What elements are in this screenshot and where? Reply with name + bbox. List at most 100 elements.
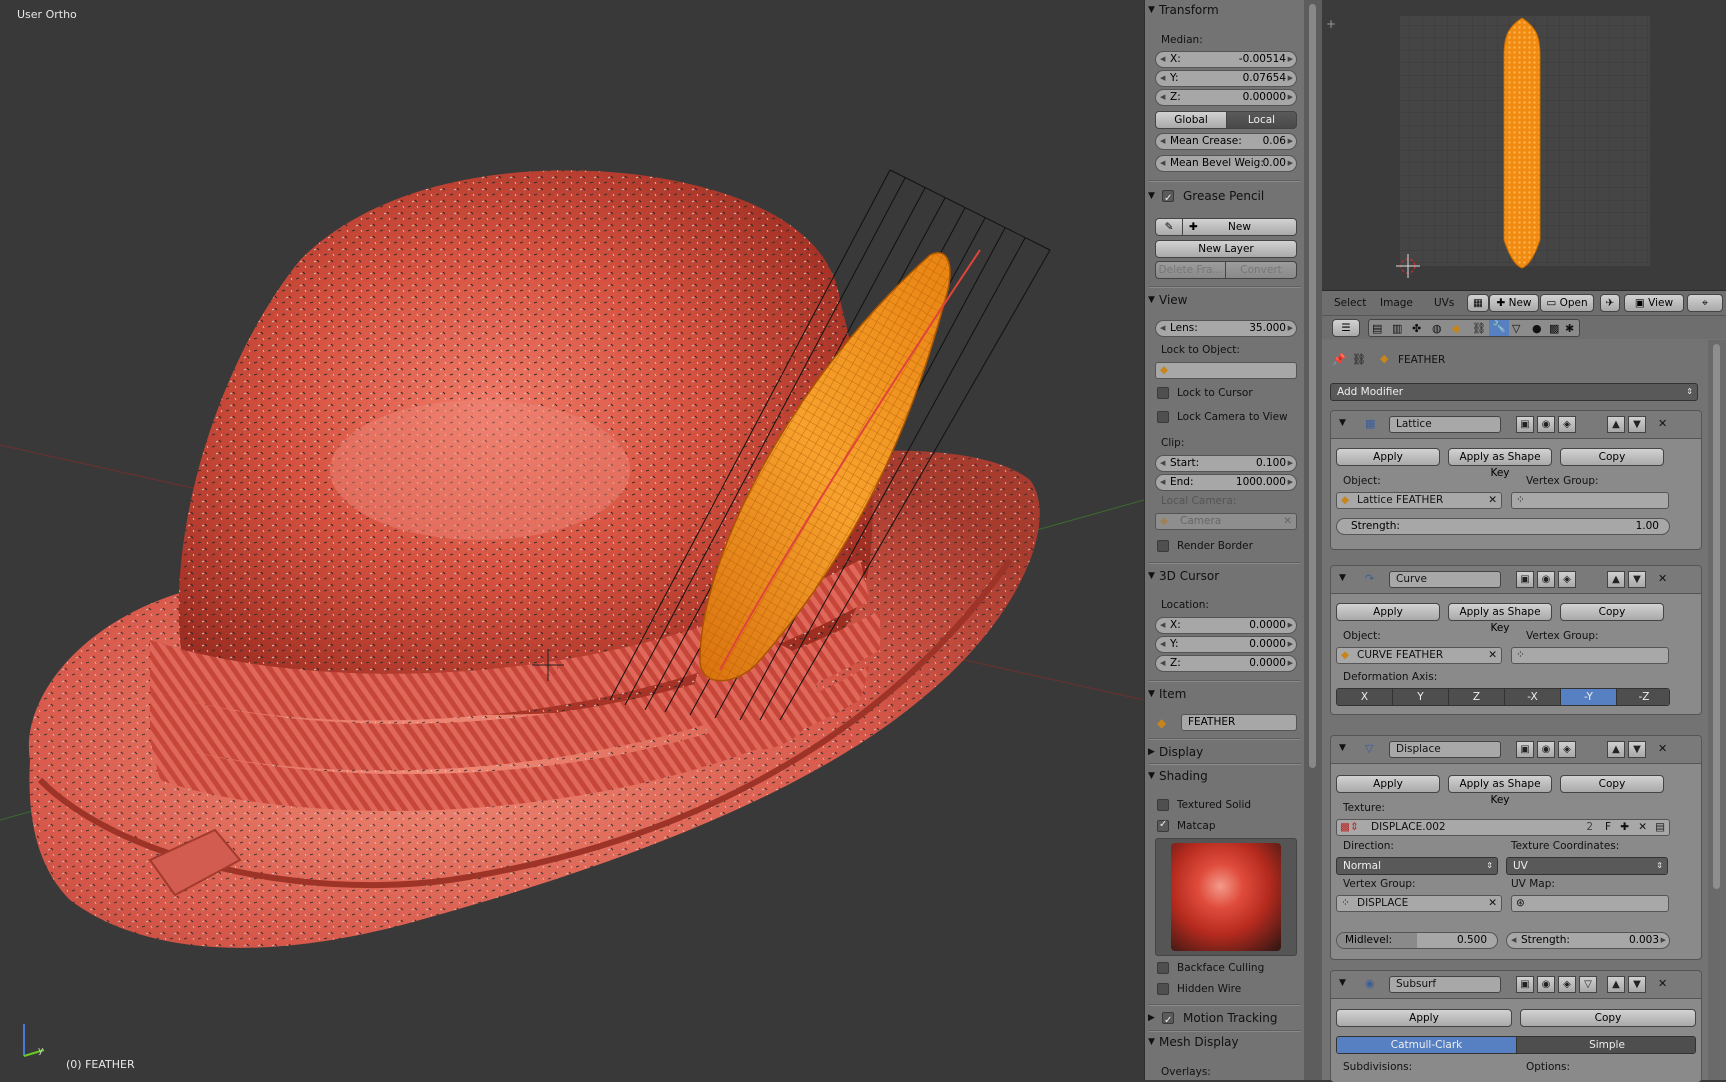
item-name-field[interactable]: FEATHER [1181, 714, 1297, 731]
modifier-wrench-tab-icon[interactable]: 🔧 [1489, 320, 1509, 336]
menu-select[interactable]: Select [1334, 297, 1366, 309]
move-up-icon[interactable]: ▲ [1607, 571, 1625, 588]
axis-neg-y-button[interactable]: -Y [1561, 689, 1617, 705]
scrollbar-thumb[interactable] [1309, 4, 1316, 768]
image-open-button[interactable]: ▭ Open [1540, 294, 1594, 312]
collapse-triangle-icon[interactable]: ▼ [1339, 418, 1346, 428]
textured-solid-checkbox[interactable] [1157, 799, 1169, 811]
move-down-icon[interactable]: ▼ [1628, 416, 1646, 433]
midlevel-slider[interactable]: Midlevel: 0.500 [1336, 932, 1498, 949]
item-header[interactable]: ▼ Item [1145, 684, 1305, 706]
direction-dropdown[interactable]: Normal ⇕ [1336, 857, 1498, 875]
median-y-field[interactable]: ◀ Y: 0.07654 ▶ [1155, 70, 1297, 87]
texture-field[interactable]: ▩⇕ DISPLACE.002 2 F ✚ ✕ ▤ [1336, 819, 1670, 836]
apply-shape-key-button[interactable]: Apply as Shape Key [1448, 775, 1552, 806]
image-new-button[interactable]: ✚ New [1489, 294, 1539, 312]
scene-tab-icon[interactable]: ✤ [1412, 322, 1421, 335]
apply-shape-key-button[interactable]: Apply as Shape Key [1448, 448, 1552, 479]
simple-button[interactable]: Simple [1517, 1037, 1695, 1053]
axis-neg-x-button[interactable]: -X [1505, 689, 1561, 705]
menu-image[interactable]: Image [1380, 297, 1413, 309]
editmode-toggle-icon[interactable]: ◈ [1558, 741, 1576, 758]
grease-pencil-checkbox[interactable] [1162, 189, 1174, 209]
texture-coordinates-dropdown[interactable]: UV ⇕ [1506, 857, 1668, 875]
clip-start-field[interactable]: ◀ Start: 0.100 ▶ [1155, 455, 1297, 472]
backface-culling-checkbox[interactable] [1157, 962, 1169, 974]
3d-cursor-header[interactable]: ▼ 3D Cursor [1145, 566, 1305, 588]
shelf-scrollbar[interactable] [1304, 0, 1322, 1080]
vertex-group-field[interactable]: ⁘ [1511, 492, 1669, 509]
move-down-icon[interactable]: ▼ [1628, 741, 1646, 758]
render-toggle-icon[interactable]: ▣ [1516, 741, 1534, 758]
move-down-icon[interactable]: ▼ [1628, 976, 1646, 993]
modifier-name-field[interactable]: Curve [1389, 571, 1501, 588]
world-tab-icon[interactable]: ◍ [1432, 322, 1442, 335]
modifier-name-field[interactable]: Lattice [1389, 416, 1501, 433]
grease-pencil-new-button[interactable]: ✚ New [1182, 218, 1297, 236]
shading-header[interactable]: ▼ Shading [1145, 766, 1305, 788]
mean-bevel-field[interactable]: ◀ Mean Bevel Weig: 0.00 ▶ [1155, 155, 1297, 172]
render-border-checkbox[interactable] [1157, 540, 1169, 552]
median-x-field[interactable]: ◀ X: -0.00514 ▶ [1155, 51, 1297, 68]
editor-type-icon[interactable]: ☰ [1332, 319, 1360, 337]
modifier-name-field[interactable]: Subsurf [1389, 976, 1501, 993]
hidden-wire-checkbox[interactable] [1157, 983, 1169, 995]
matcap-preview[interactable] [1155, 838, 1297, 956]
vertex-group-field[interactable]: ⁘ DISPLACE ✕ [1336, 895, 1502, 912]
copy-button[interactable]: Copy [1560, 775, 1664, 793]
new-layer-button[interactable]: New Layer [1155, 240, 1297, 258]
display-header[interactable]: ▶ Display [1145, 742, 1305, 764]
object-tab-icon[interactable]: ◆ [1452, 322, 1460, 335]
particles-tab-icon[interactable]: ✱ [1565, 322, 1574, 335]
clear-x-icon[interactable]: ✕ [1488, 493, 1497, 508]
lock-camera-checkbox[interactable] [1157, 411, 1169, 423]
view-header[interactable]: ▼ View [1145, 290, 1305, 312]
cage-toggle-icon[interactable]: ▽ [1579, 976, 1597, 993]
curve-object-field[interactable]: ◆ CURVE FEATHER ✕ [1336, 647, 1502, 664]
render-toggle-icon[interactable]: ▣ [1516, 976, 1534, 993]
delete-frame-button[interactable]: Delete Fra... [1155, 261, 1226, 279]
copy-button[interactable]: Copy [1560, 448, 1664, 466]
properties-scrollbar[interactable] [1708, 340, 1726, 1080]
view-mode-select[interactable]: ▣ View [1624, 294, 1684, 312]
grease-pencil-header[interactable]: ▼Grease Pencil [1145, 186, 1305, 209]
uv-editor-viewport[interactable]: + [1322, 0, 1726, 290]
transform-header[interactable]: ▼ Transform [1145, 0, 1305, 22]
displace-strength-field[interactable]: ◀ Strength: 0.003 ▶ [1506, 932, 1670, 949]
lock-cursor-checkbox[interactable] [1157, 387, 1169, 399]
close-icon[interactable]: ✕ [1658, 572, 1667, 585]
collapse-triangle-icon[interactable]: ▼ [1339, 978, 1346, 988]
plus-icon[interactable]: ✚ [1620, 820, 1629, 835]
uv-map-field[interactable]: ⊛ [1511, 895, 1669, 912]
motion-tracking-header[interactable]: ▶Motion Tracking [1145, 1008, 1305, 1031]
copy-button[interactable]: Copy [1560, 603, 1664, 621]
mean-crease-field[interactable]: ◀ Mean Crease: 0.06 ▶ [1155, 133, 1297, 150]
axis-neg-z-button[interactable]: -Z [1617, 689, 1669, 705]
constraints-tab-icon[interactable]: ⛓ [1472, 322, 1486, 335]
apply-button[interactable]: Apply [1336, 603, 1440, 621]
texture-tab-icon[interactable]: ▩ [1549, 322, 1559, 335]
material-tab-icon[interactable]: ● [1532, 322, 1542, 335]
axis-y-button[interactable]: Y [1393, 689, 1449, 705]
render-toggle-icon[interactable]: ▣ [1516, 571, 1534, 588]
clear-x-icon[interactable]: ✕ [1638, 820, 1647, 835]
clear-x-icon[interactable]: ✕ [1488, 896, 1497, 911]
fake-user-toggle[interactable]: F [1605, 820, 1611, 835]
strength-field[interactable]: Strength: 1.00 [1336, 518, 1670, 535]
move-up-icon[interactable]: ▲ [1607, 416, 1625, 433]
lens-field[interactable]: ◀ Lens: 35.000 ▶ [1155, 320, 1297, 337]
vertex-group-field[interactable]: ⁘ [1511, 647, 1669, 664]
clear-x-icon[interactable]: ✕ [1488, 648, 1497, 663]
pencil-selector[interactable]: ✎ [1155, 218, 1183, 236]
3d-viewport[interactable]: y User Ortho (0) FEATHER [0, 0, 1144, 1080]
close-icon[interactable]: ✕ [1658, 742, 1667, 755]
global-toggle[interactable]: Global [1155, 111, 1227, 129]
cursor-y-field[interactable]: ◀ Y: 0.0000 ▶ [1155, 636, 1297, 653]
eye-visibility-icon[interactable]: ◉ [1537, 571, 1555, 588]
cursor-z-field[interactable]: ◀ Z: 0.0000 ▶ [1155, 655, 1297, 672]
local-camera-field[interactable]: ◆ Camera ✕ [1155, 513, 1297, 530]
eye-visibility-icon[interactable]: ◉ [1537, 416, 1555, 433]
matcap-checkbox[interactable] [1157, 819, 1169, 832]
clip-end-field[interactable]: ◀ End: 1000.000 ▶ [1155, 474, 1297, 491]
eye-visibility-icon[interactable]: ◉ [1537, 741, 1555, 758]
